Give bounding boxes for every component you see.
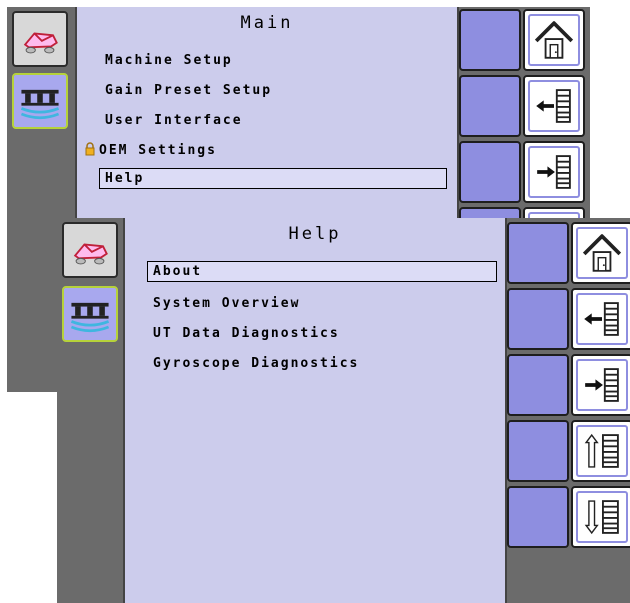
back-button[interactable] — [523, 75, 585, 137]
home-icon — [534, 21, 574, 59]
home-button[interactable] — [571, 222, 630, 284]
scroll-up-button[interactable] — [571, 420, 630, 482]
back-arrow-list-icon — [536, 89, 571, 123]
scroll-up-icon — [584, 433, 619, 468]
menu-item-gyroscope-diagnostics[interactable]: Gyroscope Diagnostics — [153, 356, 359, 371]
menu-item-gain-preset-setup[interactable]: Gain Preset Setup — [105, 83, 272, 98]
boom-sprayer-icon — [20, 89, 60, 120]
vehicle-icon — [23, 32, 58, 54]
blank-button-1[interactable] — [507, 222, 569, 284]
blank-button-2[interactable] — [459, 75, 521, 137]
back-button[interactable] — [571, 288, 630, 350]
blank-button-4[interactable] — [507, 420, 569, 482]
back-arrow-list-icon — [584, 302, 619, 336]
scroll-down-icon — [584, 500, 619, 535]
page-title: Help — [288, 224, 342, 244]
menu-item-about[interactable]: About — [147, 261, 497, 282]
home-button[interactable] — [523, 9, 585, 71]
menu-item-user-interface[interactable]: User Interface — [105, 113, 243, 128]
blank-button-3[interactable] — [507, 354, 569, 416]
home-icon — [582, 234, 622, 272]
help-menu-screen: Help About System Overview UT Data Diagn… — [57, 218, 630, 603]
menu-item-oem-settings[interactable]: OEM Settings — [99, 143, 217, 158]
blank-button-3[interactable] — [459, 141, 521, 203]
help-menu-panel: Help About System Overview UT Data Diagn… — [123, 218, 507, 603]
page-title: Main — [240, 13, 294, 33]
lock-icon — [85, 142, 95, 156]
forward-arrow-list-icon — [537, 155, 571, 189]
menu-item-ut-data-diagnostics[interactable]: UT Data Diagnostics — [153, 326, 340, 341]
menu-item-help[interactable]: Help — [99, 168, 447, 189]
tab-vehicle[interactable] — [62, 222, 118, 278]
vehicle-icon — [73, 243, 108, 265]
blank-button-5[interactable] — [507, 486, 569, 548]
scroll-down-button[interactable] — [571, 486, 630, 548]
boom-sprayer-icon — [70, 302, 110, 333]
menu-item-system-overview[interactable]: System Overview — [153, 296, 300, 311]
forward-button[interactable] — [571, 354, 630, 416]
tab-vehicle[interactable] — [12, 11, 68, 67]
menu-item-machine-setup[interactable]: Machine Setup — [105, 53, 233, 68]
tab-boom[interactable] — [62, 286, 118, 342]
forward-arrow-list-icon — [585, 368, 619, 402]
blank-button-2[interactable] — [507, 288, 569, 350]
blank-button-1[interactable] — [459, 9, 521, 71]
tab-boom[interactable] — [12, 73, 68, 129]
forward-button[interactable] — [523, 141, 585, 203]
